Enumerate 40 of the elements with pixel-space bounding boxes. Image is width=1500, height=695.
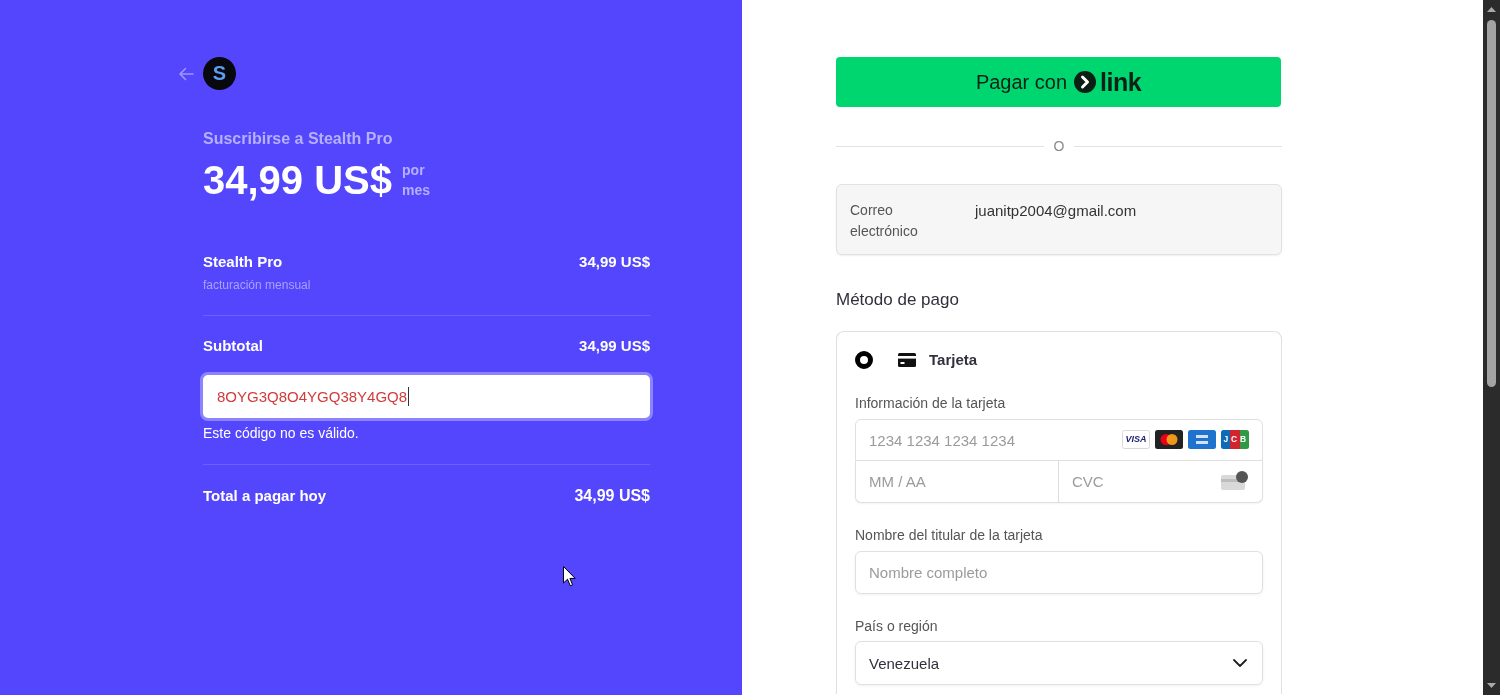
email-label: Correo electrónico [850, 201, 919, 241]
price-amount: 34,99 US$ [203, 157, 393, 204]
subtotal-amount: 34,99 US$ [579, 336, 650, 356]
credit-card-icon [898, 353, 916, 367]
subtotal-label: Subtotal [203, 336, 263, 356]
total-amount: 34,99 US$ [574, 486, 650, 506]
cvc-field[interactable]: CVC [1059, 461, 1263, 503]
chevron-circle-icon [1074, 71, 1097, 93]
payment-option-label[interactable]: Tarjeta [929, 350, 978, 370]
error-message: Este código no es válido. [203, 424, 359, 442]
plan-title: Suscribirse a Stealth Pro [203, 129, 393, 149]
line-item-amount: 34,99 US$ [579, 252, 650, 272]
promo-code-field[interactable]: 8OYG3Q8O4YGQ38Y4GQ8 [200, 372, 653, 421]
expiry-field[interactable]: MM / AA [855, 461, 1059, 503]
cardholder-name-field[interactable]: Nombre completo [855, 551, 1263, 594]
text-cursor [408, 387, 410, 406]
card-brand-badge: VISA [1122, 430, 1150, 449]
country-label: País o región [855, 617, 938, 636]
card-brand-icon [1188, 430, 1216, 449]
mouse-pointer-icon [563, 566, 576, 587]
billing-period: por mes [402, 161, 431, 200]
card-back-icon [1221, 471, 1249, 490]
country-select[interactable]: Venezuela [855, 641, 1263, 685]
scroll-up-arrow-icon[interactable] [1487, 7, 1496, 12]
email-value: juanitp2004@gmail.com [975, 201, 1137, 221]
pay-with-link-button[interactable]: Pagar con link [836, 57, 1281, 107]
scrollbar-thumb[interactable] [1487, 20, 1496, 387]
card-brand-icon [1155, 430, 1183, 449]
total-label: Total a pagar hoy [203, 486, 327, 506]
line-item-name: Stealth Pro [203, 252, 283, 272]
radio-button[interactable] [855, 351, 873, 369]
cardholder-label: Nombre del titular de la tarjeta [855, 526, 1043, 545]
divider-text: O [1053, 137, 1065, 156]
scrollbar[interactable] [1483, 0, 1500, 695]
payment-method-heading: Método de pago [836, 289, 959, 311]
line-item-detail: facturación mensual [203, 277, 311, 293]
scroll-down-arrow-icon[interactable] [1487, 683, 1496, 688]
chevron-down-icon [1233, 659, 1247, 667]
merchant-logo: S [203, 57, 236, 90]
card-info-label: Información de la tarjeta [855, 394, 1006, 413]
